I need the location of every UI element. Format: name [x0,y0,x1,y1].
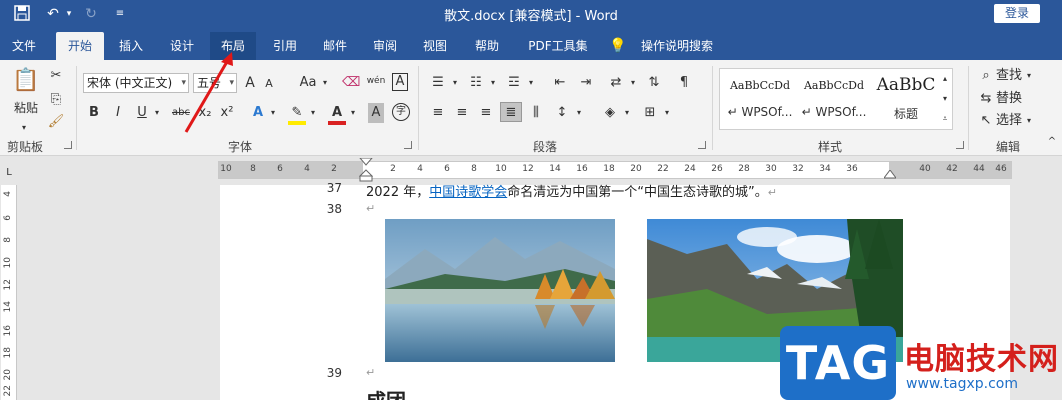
ruler-tick: 14 [549,164,561,174]
ruler-tick: 28 [738,164,750,174]
ruler-tick: 12 [522,164,534,174]
ruler-tick: 18 [603,164,615,174]
ruler-tick: 20 [630,164,642,174]
ruler-tick: 2 [390,164,396,174]
right-indent-marker-icon[interactable] [884,170,896,180]
horizontal-ruler[interactable]: 10 8 6 4 2 2 4 6 8 10 12 14 16 18 20 22 … [218,158,1012,182]
hyperlink[interactable]: 中国诗歌学会 [429,185,507,200]
heading-text: 成团 [366,389,406,400]
line-37-text[interactable]: 2022 年，中国诗歌学会命名清远为中国第一个“中国生态诗歌的城”。↵ [366,181,777,200]
ruler-tick: 10 [220,164,232,174]
ruler-tick: 8 [3,237,13,243]
line-number: 38 [326,202,342,216]
ruler-tick: 16 [3,325,13,337]
lake-image[interactable] [385,219,615,362]
ruler-tick: 40 [919,164,931,174]
watermark-title: 电脑技术网 [904,342,1059,377]
ruler-tick: 12 [3,279,13,291]
ruler-tick: 20 [3,369,13,381]
watermark-url: www.tagxp.com [906,376,1018,392]
ruler-tick: 4 [417,164,423,174]
ruler-tick: 22 [3,385,13,397]
ruler-tick: 44 [973,164,985,174]
ruler-tick: 36 [846,164,858,174]
tag-logo: TAG [780,326,896,400]
ruler-tick: 4 [304,164,310,174]
ruler-tick: 8 [250,164,256,174]
paragraph-mark-icon: ↵ [366,366,376,379]
indent-marker-icon[interactable] [359,158,373,182]
text-run: 命名清远为中国第一个“中国生态诗歌的城”。 [507,185,768,200]
paragraph-mark-icon: ↵ [366,202,376,215]
ruler-tick: 22 [657,164,669,174]
ruler-tick: 2 [331,164,337,174]
ruler-tick: 18 [3,347,13,359]
ruler-tick: 24 [684,164,696,174]
ruler-tick: 6 [3,215,13,221]
vertical-ruler[interactable]: 4 6 8 10 12 14 16 18 20 22 [1,185,17,400]
line-number: 37 [326,181,342,195]
ruler-tick: 16 [576,164,588,174]
line-number: 39 [326,366,342,380]
ruler-tick: 10 [3,257,13,269]
paragraph-mark-icon: ↵ [767,186,777,199]
ruler-tick: 14 [3,301,13,313]
tab-stop-selector-icon[interactable]: L [2,163,16,183]
ruler-tick: 6 [277,164,283,174]
text-run: 2022 年， [366,185,430,200]
ruler-tick: 26 [711,164,723,174]
ruler-tick: 46 [995,164,1007,174]
ruler-tick: 4 [3,191,13,197]
ruler-tick: 42 [946,164,958,174]
ruler-tick: 10 [495,164,507,174]
ruler-tick: 34 [819,164,831,174]
ruler-tick: 32 [792,164,804,174]
ruler-tick: 8 [471,164,477,174]
ruler-tick: 30 [765,164,777,174]
ruler-tick: 6 [444,164,450,174]
